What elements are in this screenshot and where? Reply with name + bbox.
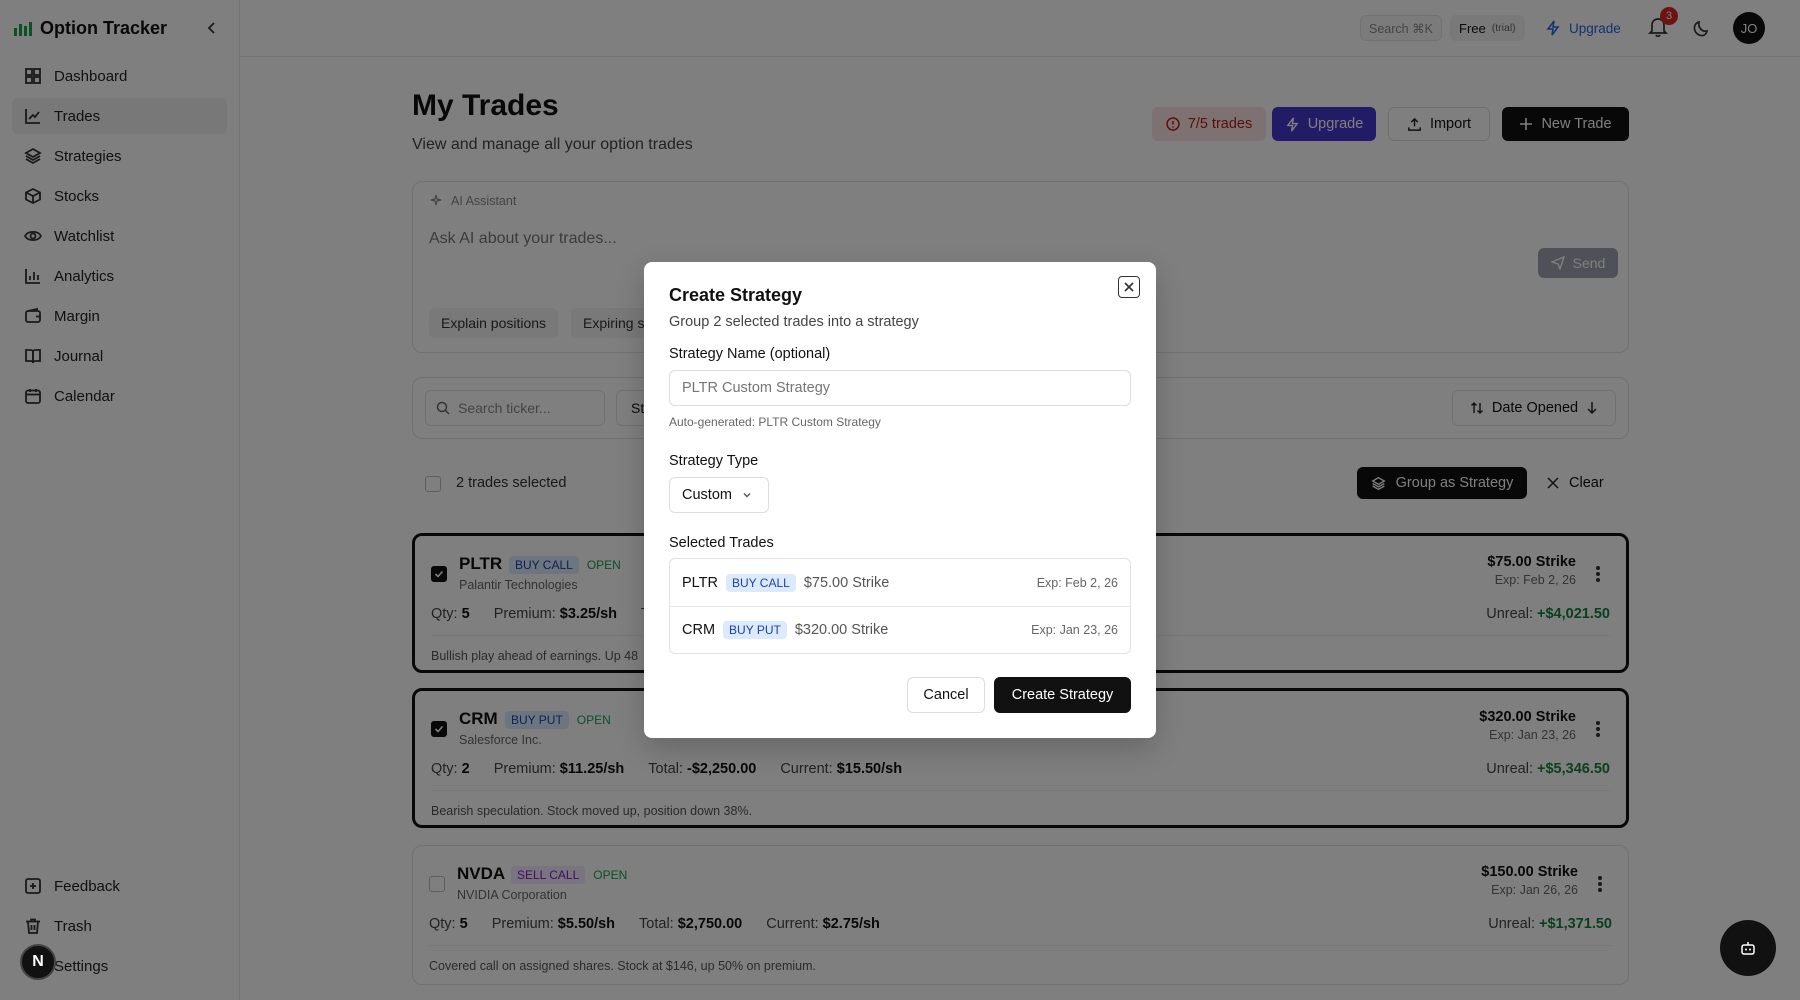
selected-ticker: PLTR	[682, 574, 718, 591]
selected-strike: $320.00 Strike	[794, 622, 889, 638]
selected-trades-label: Selected Trades	[669, 535, 774, 551]
strategy-type-select[interactable]: Custom	[669, 477, 769, 513]
strategy-type-value: Custom	[682, 487, 732, 503]
selected-expiry: Exp: Jan 23, 26	[1031, 623, 1118, 637]
selected-type-badge: BUY PUT	[723, 621, 787, 639]
list-item: PLTR BUY CALL $75.00 Strike Exp: Feb 2, …	[670, 559, 1130, 606]
bot-icon	[1741, 942, 1755, 955]
ai-bot-button[interactable]	[1720, 920, 1776, 976]
selected-type-badge: BUY CALL	[726, 573, 796, 592]
dialog-description: Group 2 selected trades into a strategy	[669, 314, 919, 330]
strategy-name-label: Strategy Name (optional)	[669, 346, 831, 362]
cancel-button[interactable]: Cancel	[907, 677, 985, 713]
chevron-down-icon	[743, 493, 751, 498]
create-strategy-dialog: Create Strategy Group 2 selected trades …	[644, 262, 1156, 738]
strategy-name-input[interactable]	[669, 370, 1131, 406]
strategy-name-help: Auto-generated: PLTR Custom Strategy	[669, 415, 881, 429]
close-icon	[1124, 282, 1134, 292]
strategy-type-label: Strategy Type	[669, 453, 759, 469]
list-item: CRM BUY PUT $320.00 Strike Exp: Jan 23, …	[670, 606, 1130, 653]
create-strategy-button[interactable]: Create Strategy	[994, 677, 1131, 713]
selected-expiry: Exp: Feb 2, 26	[1036, 575, 1118, 590]
selected-ticker: CRM	[682, 622, 716, 638]
selected-strike: $75.00 Strike	[803, 574, 890, 591]
n-badge[interactable]: N	[20, 944, 56, 980]
dialog-title: Create Strategy	[669, 285, 803, 305]
selected-trades-list: PLTR BUY CALL $75.00 Strike Exp: Feb 2, …	[669, 558, 1131, 654]
close-dialog-button[interactable]	[1118, 276, 1140, 298]
